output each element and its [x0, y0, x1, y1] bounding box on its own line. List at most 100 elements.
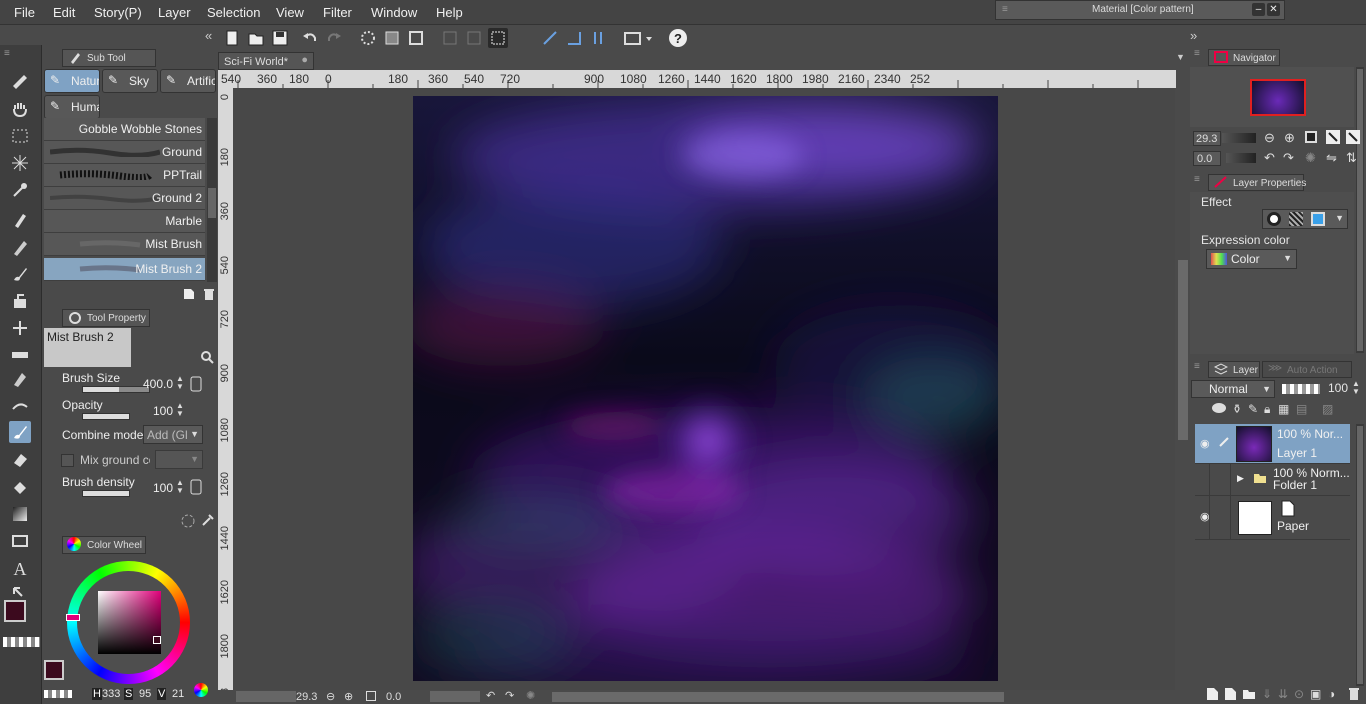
vector-tool-icon[interactable] — [9, 368, 31, 390]
eraser-tool-icon[interactable] — [9, 448, 31, 470]
menu-help[interactable]: Help — [436, 5, 463, 20]
density-pressure-icon[interactable] — [190, 479, 202, 495]
tab-tool-property[interactable]: Tool Property — [62, 309, 150, 327]
layer-panel-grip-icon[interactable]: ≡ — [1194, 361, 1200, 372]
tab-auto-action[interactable]: ⋙ Auto Action — [1262, 361, 1352, 378]
new-vector-layer-icon[interactable] — [1224, 687, 1237, 701]
brush-item-mist-brush[interactable]: Mist Brush — [44, 233, 205, 256]
color-picker-handle[interactable] — [153, 636, 161, 644]
expand-panel-icon[interactable]: » — [1190, 28, 1197, 43]
brush-item-pptrail[interactable]: PPTrail — [44, 164, 205, 187]
navigator-reset-rotation-icon[interactable]: ✺ — [1305, 150, 1316, 166]
fill-tool-icon[interactable] — [9, 477, 31, 499]
reset-rotate-icon[interactable]: ✺ — [526, 689, 535, 702]
subtool-group-artificial[interactable]: ✎ Artific — [160, 69, 216, 93]
menu-story[interactable]: Story(P) — [94, 5, 142, 20]
text-tool-icon[interactable]: A — [9, 557, 31, 579]
layer-row-paper[interactable]: ◉ Paper — [1195, 496, 1350, 540]
menu-view[interactable]: View — [276, 5, 304, 20]
minimize-icon[interactable]: – — [1252, 3, 1265, 16]
status-zoom-value[interactable]: 29.3 — [296, 691, 317, 703]
rotate-right-icon[interactable]: ↷ — [505, 689, 514, 702]
navigator-zoom-slider[interactable] — [1222, 133, 1256, 143]
selection-tool-icon[interactable] — [9, 125, 31, 147]
brush-tool-icon[interactable] — [9, 263, 31, 285]
layer-row-layer1[interactable]: ◉ 100 % Nor... Layer 1 — [1195, 424, 1350, 464]
select-all-icon[interactable] — [488, 28, 508, 48]
new-raster-layer-icon[interactable] — [1206, 687, 1219, 701]
layer-opacity-value[interactable]: 100 — [1328, 381, 1348, 395]
document-close-icon[interactable]: ● — [301, 54, 308, 66]
tool-settings-icon[interactable] — [200, 512, 216, 528]
lock-layer-icon[interactable]: 🔒︎ — [1264, 402, 1270, 417]
zoom-slider[interactable] — [236, 691, 296, 702]
hue-value[interactable]: 333 — [102, 688, 120, 700]
pen-tool-icon[interactable] — [9, 209, 31, 231]
save-icon[interactable] — [270, 28, 290, 48]
brush-item-ground-2[interactable]: Ground 2 — [44, 187, 205, 210]
color-mode-icon[interactable] — [194, 683, 208, 697]
menu-file[interactable]: File — [14, 5, 35, 20]
rotate-slider[interactable] — [430, 691, 480, 702]
clip-layer-icon[interactable]: ⊙ — [1294, 687, 1304, 701]
menu-edit[interactable]: Edit — [53, 5, 75, 20]
navigator-zoom-in-icon[interactable]: ⊕ — [1284, 130, 1295, 146]
collapse-panel-icon[interactable]: « — [205, 28, 212, 43]
menu-window[interactable]: Window — [371, 5, 417, 20]
tab-color-wheel[interactable]: Color Wheel — [62, 536, 146, 554]
navigator-flip-vertical-icon[interactable]: ⇅ — [1346, 150, 1357, 166]
clear-icon[interactable] — [358, 28, 378, 48]
navigator-flip-v-icon[interactable] — [1346, 130, 1360, 144]
material-window[interactable]: ≡ Material [Color pattern] – ✕ — [995, 0, 1285, 20]
mix-ground-checkbox[interactable] — [61, 454, 74, 467]
color-wheel-transparent-swatch[interactable] — [44, 690, 72, 698]
color-wheel-main-swatch[interactable] — [44, 660, 64, 680]
tab-layer[interactable]: Layer — [1208, 361, 1260, 378]
rotate-left-icon[interactable]: ↶ — [486, 689, 495, 702]
decoration-tool-icon[interactable] — [9, 317, 31, 339]
pen-icon[interactable] — [1218, 436, 1230, 448]
layer-opacity-spinner-icon[interactable]: ▲ ▼ — [1352, 380, 1360, 396]
create-mask-icon[interactable]: ▣ — [1310, 687, 1321, 701]
help-icon[interactable]: ? — [668, 28, 688, 48]
hand-tool-icon[interactable] — [9, 98, 31, 120]
blend-mode-select[interactable]: Normal ▼ — [1191, 380, 1275, 398]
delete-subtool-icon[interactable] — [202, 287, 216, 301]
saturation-value-square[interactable] — [98, 591, 161, 654]
merge-down-icon[interactable]: ⇊ — [1278, 687, 1288, 701]
layer-list-scrollbar[interactable] — [1356, 424, 1364, 686]
layer-row-folder1[interactable]: ▶ 100 % Norm... Folder 1 — [1195, 464, 1350, 496]
layer-mask-icon[interactable]: ▤ — [1296, 402, 1307, 416]
tab-navigator[interactable]: Navigator — [1208, 49, 1280, 66]
gradient-tool-icon[interactable] — [9, 503, 31, 525]
value-value[interactable]: 21 — [172, 688, 184, 700]
zoom-tool-icon[interactable] — [9, 71, 31, 93]
brush-item-marble[interactable]: Marble — [44, 210, 205, 233]
navigator-zoom-input[interactable]: 29.3 — [1193, 131, 1221, 146]
main-color-swatch[interactable] — [4, 600, 26, 622]
brush-size-spinner-icon[interactable]: ▲ ▼ — [176, 375, 184, 391]
navigator-preview[interactable] — [1190, 67, 1354, 127]
airbrush-tool-icon[interactable] — [9, 290, 31, 312]
opacity-slider[interactable] — [82, 413, 130, 420]
navigator-zoom-out-icon[interactable]: ⊖ — [1264, 130, 1275, 146]
hide-selection-icon[interactable] — [440, 28, 460, 48]
brush-item-mist-brush-2[interactable]: Mist Brush 2 — [44, 258, 205, 281]
artwork-canvas[interactable] — [413, 96, 998, 681]
deselect-icon[interactable] — [464, 28, 484, 48]
layer-opacity-slider[interactable] — [1282, 384, 1320, 394]
snap-special-icon[interactable] — [564, 28, 584, 48]
layer-color-effect-icon[interactable] — [1311, 212, 1325, 226]
toolbar-grip-icon[interactable]: ≡ — [4, 48, 10, 59]
brush-density-slider[interactable] — [82, 490, 130, 497]
saturation-value[interactable]: 95 — [139, 688, 151, 700]
layer-properties-grip-icon[interactable]: ≡ — [1194, 174, 1200, 185]
brush-item-gobble-wobble[interactable]: Gobble Wobble Stones — [44, 118, 205, 141]
new-file-icon[interactable] — [222, 28, 242, 48]
snap-grid-icon[interactable] — [588, 28, 608, 48]
hue-handle[interactable] — [66, 614, 80, 621]
tool-settings-search-icon[interactable] — [200, 350, 214, 364]
pressure-icon[interactable] — [190, 376, 202, 392]
ruler-range-icon[interactable]: ▨ — [1322, 402, 1333, 416]
border-effect-icon[interactable] — [1267, 212, 1281, 226]
